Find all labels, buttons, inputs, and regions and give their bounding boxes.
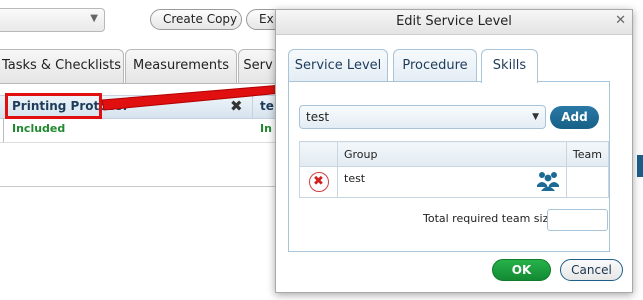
team-size-input[interactable] [547,209,608,231]
table-bottom-border [0,186,275,187]
cell-included-partial: In [260,122,272,135]
close-icon[interactable]: ✕ [615,14,626,28]
tab-measurements[interactable]: Measurements [125,49,237,83]
table-row: Included In [0,118,275,143]
tab-procedure[interactable]: Procedure [393,49,477,82]
close-column-icon[interactable]: ✖ [230,97,243,115]
team-size-label: Total required team size: [423,212,559,225]
tab-service-level[interactable]: Service Level [288,49,388,82]
team-cell [565,166,610,198]
tab-tasks-checklists[interactable]: Tasks & Checklists [0,49,124,83]
add-skill-button[interactable]: Add [550,106,599,129]
team-icon[interactable] [536,170,560,192]
skills-panel: test ▼ Add Group Team ✖ test Total requi… [288,81,610,252]
dialog-title-bar: Edit Service Level ✕ [276,10,632,35]
tab-service[interactable]: Serv [238,49,278,83]
table-header-row: Group Team [299,141,610,167]
group-name: test [344,172,366,185]
ok-button[interactable]: OK [492,259,551,281]
skills-table: Group Team ✖ test [299,141,610,198]
edit-service-level-dialog: Edit Service Level ✕ Service Level Proce… [275,9,633,293]
create-copy-button[interactable]: Create Copy [150,9,242,30]
dialog-title: Edit Service Level [396,14,512,29]
table-row: ✖ test [299,166,610,198]
cancel-button[interactable]: Cancel [560,259,623,281]
delete-cell: ✖ [299,166,338,198]
column-header-team: Team [565,141,610,167]
skill-select[interactable]: test ▼ [299,105,546,129]
column-header-group: Group [337,141,567,167]
tab-skills[interactable]: Skills [481,49,538,83]
delete-row-icon[interactable]: ✖ [308,172,329,192]
column-header-action [299,141,338,167]
background-dropdown[interactable]: ▼ [0,8,105,32]
skill-select-value: test [306,110,330,124]
cell-included: Included [12,122,66,135]
chevron-down-icon: ▼ [90,13,98,24]
tab-divider [0,83,275,84]
group-cell: test [337,166,567,198]
column-header-test: te [260,99,274,113]
highlight-box [5,93,102,119]
background-edge-button[interactable] [637,155,643,177]
column-separator [252,96,253,118]
chevron-down-icon: ▼ [532,112,539,122]
